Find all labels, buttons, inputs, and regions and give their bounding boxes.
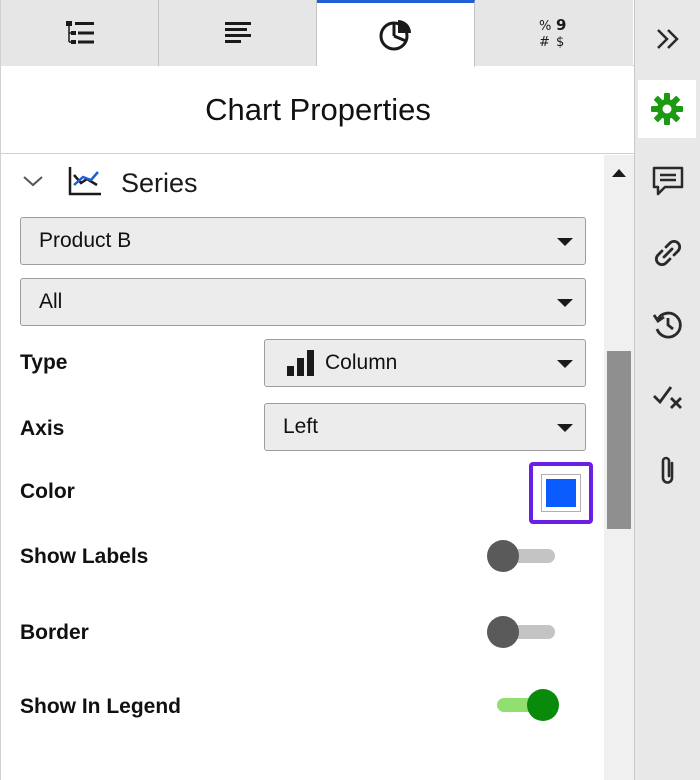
caret-down-icon [557, 299, 573, 307]
vertical-scrollbar[interactable] [604, 155, 634, 780]
type-label: Type [20, 351, 68, 374]
comments-button[interactable] [635, 152, 700, 210]
paperclip-icon [661, 456, 674, 484]
text-format-icon [224, 22, 251, 43]
chart-properties-panel: % 9 # $ Chart Properties Series Product … [0, 0, 635, 780]
toggle-knob [487, 616, 519, 648]
svg-text:9: 9 [556, 16, 566, 34]
toggle-knob [527, 689, 559, 721]
svg-text:#: # [539, 35, 550, 50]
caret-down-icon [557, 360, 573, 368]
comment-icon [652, 166, 684, 196]
tab-field-list[interactable] [1, 0, 159, 66]
tab-number-format[interactable]: % 9 # $ [475, 0, 633, 66]
border-toggle[interactable] [487, 616, 561, 648]
number-format-icon: % 9 # $ [539, 16, 566, 50]
color-label: Color [20, 480, 75, 503]
properties-content: Series Product B All Type Column Axis Le… [1, 155, 603, 780]
svg-text:%: % [539, 19, 551, 34]
axis-select-value: Left [283, 415, 319, 438]
gear-icon [651, 93, 683, 125]
color-swatch-fill [546, 479, 576, 507]
column-chart-icon [285, 348, 317, 378]
show-in-legend-toggle[interactable] [487, 689, 561, 721]
show-labels-label: Show Labels [20, 545, 149, 568]
expand-chevrons-icon [657, 29, 679, 49]
series-section-label: Series [121, 167, 198, 198]
tab-chart[interactable] [317, 0, 475, 67]
pie-chart-icon [379, 19, 411, 50]
panel-title: Chart Properties [1, 66, 635, 154]
review-button[interactable] [635, 368, 700, 426]
link-icon [654, 239, 682, 267]
type-select-value: Column [325, 351, 398, 374]
chevron-down-icon[interactable] [21, 173, 51, 194]
scrollbar-thumb[interactable] [607, 351, 631, 529]
links-button[interactable] [635, 224, 700, 282]
range-select-value: All [39, 290, 63, 313]
check-x-icon [653, 386, 682, 409]
range-select[interactable]: All [20, 278, 586, 326]
series-section-header[interactable]: Series [21, 163, 198, 203]
axis-select[interactable]: Left [264, 403, 586, 451]
type-select[interactable]: Column [264, 339, 586, 387]
show-in-legend-label: Show In Legend [20, 695, 181, 718]
attachments-button[interactable] [635, 442, 700, 500]
series-chart-icon [67, 165, 107, 202]
color-picker-focus-outline [529, 462, 593, 524]
series-select-value: Product B [39, 229, 132, 252]
field-list-icon [65, 21, 94, 44]
toggle-knob [487, 540, 519, 572]
tab-text-format[interactable] [159, 0, 317, 66]
svg-text:$: $ [556, 35, 564, 50]
show-labels-toggle[interactable] [487, 540, 561, 572]
panel-tabs: % 9 # $ [1, 0, 635, 67]
border-label: Border [20, 621, 89, 644]
scroll-up-arrow-icon[interactable] [612, 169, 626, 177]
series-select[interactable]: Product B [20, 217, 586, 265]
settings-button[interactable] [638, 80, 696, 138]
caret-down-icon [557, 424, 573, 432]
axis-label: Axis [20, 417, 65, 440]
collapse-panel-button[interactable] [635, 10, 700, 68]
history-icon [652, 311, 682, 339]
color-swatch[interactable] [541, 474, 581, 512]
right-toolbar [634, 0, 700, 780]
history-button[interactable] [635, 296, 700, 354]
caret-down-icon [557, 238, 573, 246]
